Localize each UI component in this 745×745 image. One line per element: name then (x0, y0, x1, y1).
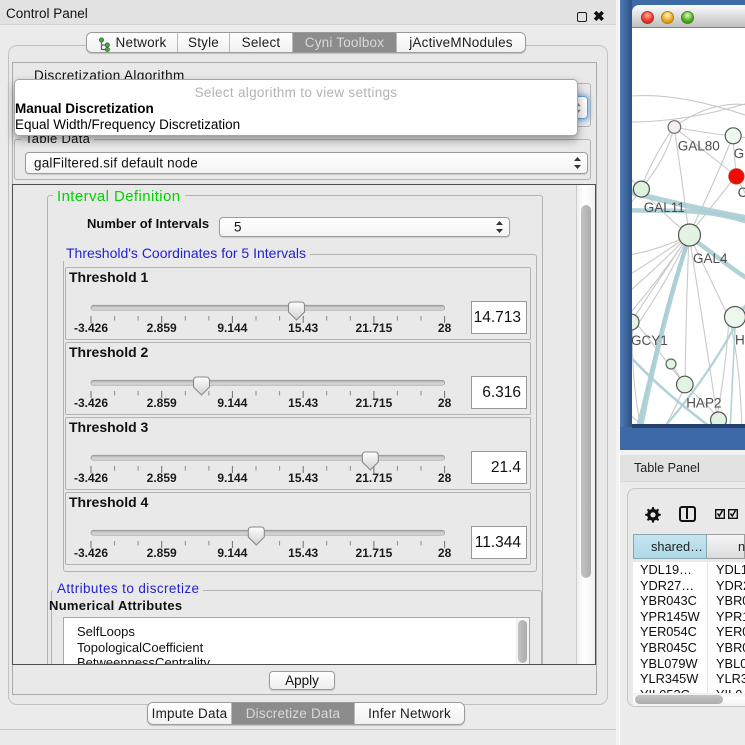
svg-text:2.859: 2.859 (147, 321, 177, 335)
svg-text:GCY1: GCY1 (632, 333, 668, 348)
svg-text:-3.426: -3.426 (74, 471, 108, 485)
svg-text:-3.426: -3.426 (74, 546, 108, 560)
svg-text:15.43: 15.43 (288, 471, 318, 485)
svg-text:2.859: 2.859 (147, 396, 177, 410)
svg-text:2.859: 2.859 (147, 546, 177, 560)
svg-text:9.144: 9.144 (217, 546, 247, 560)
svg-text:28: 28 (438, 546, 452, 560)
svg-text:HAP2: HAP2 (686, 396, 721, 411)
svg-text:2.859: 2.859 (147, 471, 177, 485)
svg-text:GAL4: GAL4 (693, 251, 728, 266)
svg-text:15.43: 15.43 (288, 321, 318, 335)
svg-text:21.715: 21.715 (356, 546, 393, 560)
svg-text:G.: G. (734, 146, 745, 161)
svg-text:C: C (738, 185, 745, 200)
svg-text:9.144: 9.144 (217, 396, 247, 410)
svg-text:H: H (735, 333, 745, 348)
svg-text:-3.426: -3.426 (74, 321, 108, 335)
svg-text:GAL11: GAL11 (644, 200, 685, 215)
svg-text:21.715: 21.715 (356, 396, 393, 410)
svg-text:GAL80: GAL80 (678, 139, 720, 154)
svg-text:21.715: 21.715 (356, 471, 393, 485)
svg-text:28: 28 (438, 321, 452, 335)
svg-text:15.43: 15.43 (288, 546, 318, 560)
svg-text:28: 28 (438, 396, 452, 410)
svg-text:-3.426: -3.426 (74, 396, 108, 410)
svg-text:9.144: 9.144 (217, 321, 247, 335)
svg-text:15.43: 15.43 (288, 396, 318, 410)
svg-text:28: 28 (438, 471, 452, 485)
svg-text:21.715: 21.715 (356, 321, 393, 335)
svg-text:9.144: 9.144 (217, 471, 247, 485)
